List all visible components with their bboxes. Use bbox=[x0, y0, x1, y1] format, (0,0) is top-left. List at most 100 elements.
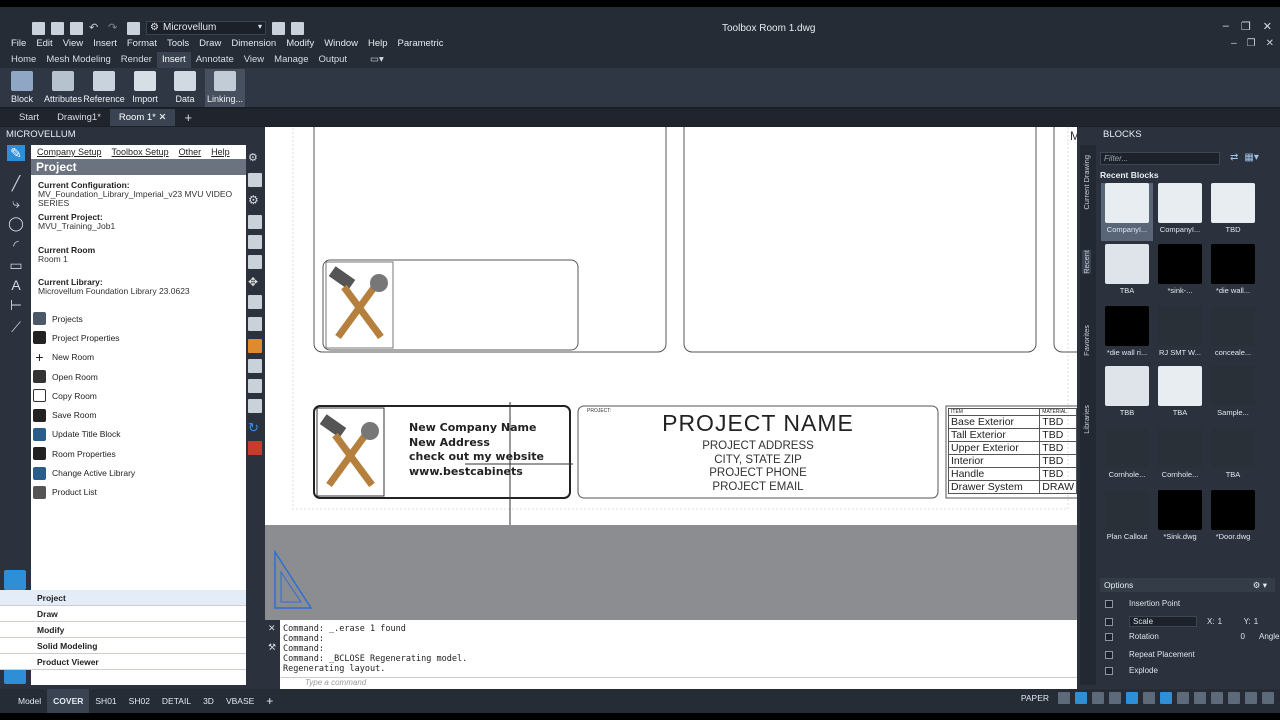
tab-annotate[interactable]: Annotate bbox=[191, 52, 239, 68]
sheet-icon[interactable] bbox=[248, 235, 262, 249]
tab-insert[interactable]: Insert bbox=[156, 52, 191, 68]
block-item[interactable]: TBA bbox=[1101, 244, 1153, 302]
open-icon[interactable] bbox=[51, 21, 64, 35]
block-button[interactable]: Block bbox=[6, 69, 38, 107]
block-item[interactable]: Cornhole... bbox=[1101, 428, 1153, 486]
restore-icon[interactable]: ❐ bbox=[1241, 20, 1251, 33]
menu-format[interactable]: Format bbox=[122, 37, 162, 52]
line-icon[interactable]: ╱ bbox=[7, 175, 25, 191]
osnap-icon[interactable] bbox=[1109, 692, 1121, 704]
block-item[interactable]: TBB bbox=[1101, 366, 1153, 424]
add-layout-plus-icon[interactable]: + bbox=[260, 689, 279, 713]
block-item[interactable]: TBD bbox=[1207, 183, 1259, 241]
list-item-update-title-block[interactable]: Update Title Block bbox=[33, 425, 243, 444]
copy-doc-icon[interactable] bbox=[248, 317, 262, 331]
list-item-change-active-library[interactable]: Change Active Library bbox=[33, 463, 243, 482]
wrench-icon[interactable]: ⚒ bbox=[265, 634, 280, 653]
option-repeat-placement[interactable]: Repeat Placement bbox=[1105, 650, 1195, 659]
import-button[interactable]: Import bbox=[128, 69, 162, 107]
layout-tab-sh01[interactable]: SH01 bbox=[89, 689, 122, 713]
menu-palette-help[interactable]: Help bbox=[211, 147, 230, 157]
attributes-button[interactable]: Attributes bbox=[44, 69, 82, 107]
grid-icon[interactable] bbox=[248, 215, 262, 229]
menu-edit[interactable]: Edit bbox=[31, 37, 57, 52]
drawing-canvas[interactable]: M New Company Name New Address check out… bbox=[265, 127, 1080, 525]
hardware-icon[interactable] bbox=[1228, 692, 1240, 704]
checkbox[interactable] bbox=[1105, 650, 1113, 659]
ribbon-options-icon[interactable]: ▭▾ bbox=[352, 52, 389, 68]
lineweight-icon[interactable] bbox=[1143, 692, 1155, 704]
annotation-icon[interactable] bbox=[1160, 692, 1172, 704]
gear-icon[interactable]: ⚙ ▾ bbox=[1253, 578, 1267, 592]
data-button[interactable]: Data bbox=[170, 69, 200, 107]
layout-tab-3d[interactable]: 3D bbox=[197, 689, 220, 713]
block-item[interactable]: RJ SMT W... bbox=[1154, 306, 1206, 364]
blocks-filter-input[interactable]: Filter... bbox=[1100, 152, 1220, 165]
text-icon[interactable]: A bbox=[7, 277, 25, 293]
checkbox[interactable] bbox=[1105, 599, 1113, 608]
menu-company-setup[interactable]: Company Setup bbox=[37, 147, 102, 157]
command-input[interactable]: Type a command bbox=[281, 677, 1077, 689]
layout-tab-detail[interactable]: DETAIL bbox=[156, 689, 197, 713]
otrack-icon[interactable] bbox=[1126, 692, 1138, 704]
list-item-product-list[interactable]: Product List bbox=[33, 483, 243, 502]
x-input[interactable]: 1 bbox=[1218, 617, 1244, 626]
scale-select[interactable]: Scale bbox=[1129, 616, 1197, 627]
customize-icon[interactable] bbox=[1262, 692, 1274, 704]
tab-view[interactable]: View bbox=[239, 52, 269, 68]
fullscreen-icon[interactable] bbox=[1245, 692, 1257, 704]
gear-icon[interactable]: ⚙ bbox=[248, 151, 262, 165]
checkbox[interactable] bbox=[1105, 666, 1113, 675]
block-item[interactable]: *die wall... bbox=[1207, 244, 1259, 302]
leader-icon[interactable]: ⟋ bbox=[7, 319, 25, 335]
sync-icon[interactable]: ⇄ bbox=[1230, 152, 1238, 163]
close-tab-icon[interactable]: ✕ bbox=[159, 112, 167, 123]
category-draw[interactable]: Draw bbox=[0, 606, 248, 622]
tab-output[interactable]: Output bbox=[314, 52, 353, 68]
undo-icon[interactable]: ↶ bbox=[89, 22, 102, 35]
pdf-icon[interactable] bbox=[248, 441, 262, 455]
match-icon[interactable] bbox=[291, 21, 304, 35]
fingerprint-icon[interactable] bbox=[4, 570, 26, 590]
tab-recent[interactable]: Recent bbox=[1082, 250, 1091, 274]
tab-drawing1[interactable]: Drawing1* bbox=[48, 109, 110, 126]
y-input[interactable]: 1 bbox=[1254, 617, 1258, 626]
layer-icon[interactable] bbox=[272, 21, 285, 35]
list-item-save-room[interactable]: Save Room bbox=[33, 405, 243, 424]
isolate-icon[interactable] bbox=[1211, 692, 1223, 704]
list-item-room-properties[interactable]: Room Properties bbox=[33, 444, 243, 463]
list-item-project-properties[interactable]: Project Properties bbox=[33, 328, 243, 347]
paint-icon[interactable] bbox=[248, 339, 262, 353]
layout-tab-vbase[interactable]: VBASE bbox=[220, 689, 260, 713]
add-icon[interactable] bbox=[1194, 692, 1206, 704]
close-icon[interactable]: ✕ bbox=[265, 620, 280, 634]
menu-toolbox-setup[interactable]: Toolbox Setup bbox=[112, 147, 169, 157]
rectangle-icon[interactable]: ▭ bbox=[7, 257, 25, 273]
menu-help[interactable]: Help bbox=[363, 37, 393, 52]
category-modify[interactable]: Modify bbox=[0, 622, 248, 638]
menu-other[interactable]: Other bbox=[179, 147, 202, 157]
tab-favorites[interactable]: Favorites bbox=[1082, 325, 1091, 356]
settings-gear-icon[interactable]: ⚙ bbox=[248, 193, 262, 207]
workspace-gear-icon[interactable] bbox=[1177, 692, 1189, 704]
menu-modify[interactable]: Modify bbox=[281, 37, 319, 52]
table-grid-icon[interactable] bbox=[248, 379, 262, 393]
list-item-projects[interactable]: Projects bbox=[33, 309, 243, 328]
block-item[interactable]: CompanyI... bbox=[1101, 183, 1153, 241]
block-item[interactable]: *Sink.dwg bbox=[1154, 490, 1206, 548]
tab-libraries[interactable]: Libraries bbox=[1082, 405, 1091, 434]
reference-button[interactable]: Reference bbox=[83, 69, 125, 107]
pencil-icon[interactable]: ✎ bbox=[7, 145, 25, 161]
minimize-icon[interactable]: – bbox=[1223, 20, 1229, 33]
menu-draw[interactable]: Draw bbox=[194, 37, 226, 52]
close-icon[interactable]: ✕ bbox=[1263, 20, 1272, 33]
option-rotation[interactable]: Rotation 0 Angle bbox=[1105, 632, 1279, 641]
tab-start[interactable]: Start bbox=[10, 109, 48, 126]
menu-view[interactable]: View bbox=[58, 37, 88, 52]
menu-tools[interactable]: Tools bbox=[162, 37, 194, 52]
document-icon[interactable] bbox=[248, 173, 262, 187]
stack-icon[interactable] bbox=[248, 399, 262, 413]
block-item[interactable]: Sample... bbox=[1207, 366, 1259, 424]
refresh-icon[interactable]: ↻ bbox=[248, 421, 262, 435]
arc-icon[interactable]: ◜ bbox=[7, 237, 25, 253]
